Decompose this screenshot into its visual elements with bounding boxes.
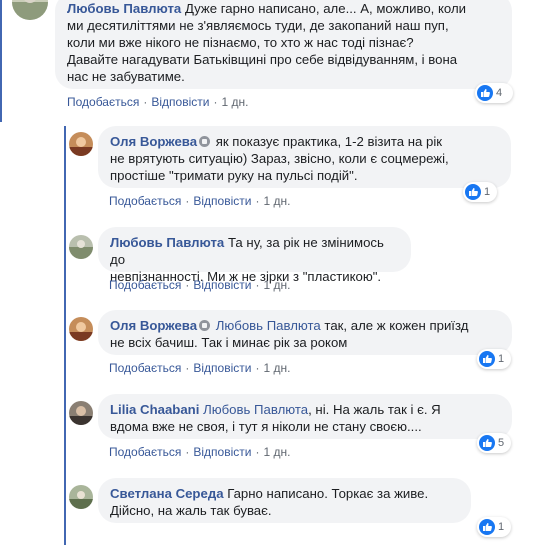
comment-text-line: як показує практика, 1-2 візита на рік xyxy=(215,134,443,149)
reaction-count[interactable]: 1 xyxy=(477,349,511,369)
thumbs-up-icon xyxy=(477,85,493,101)
comment-text-line: ми десятиліттями не з'являємось туди, де… xyxy=(67,18,449,33)
comment-bubble: Оля Воржева Любовь Павлюта так, але ж ко… xyxy=(98,310,512,355)
comment-timestamp[interactable]: 1 дн. xyxy=(263,278,290,292)
comment-author[interactable]: Оля Воржева xyxy=(110,318,197,333)
comment-timestamp[interactable]: 1 дн. xyxy=(221,95,248,109)
comment-text-line: Гарно написано. Торкає за живе. xyxy=(227,486,429,501)
avatar[interactable] xyxy=(69,317,93,341)
avatar[interactable] xyxy=(69,132,93,156)
thumbs-up-icon xyxy=(479,435,495,451)
avatar[interactable] xyxy=(69,485,93,509)
comment-bubble: Lilia Chaabani Любовь Павлюта, ні. На жа… xyxy=(98,394,512,439)
comment-bubble: Светлана Середа Гарно написано. Торкає з… xyxy=(98,478,471,523)
comment-actions: Подобається · Відповісти · 1 дн. xyxy=(67,95,249,109)
comment-text-line: коли ми вже нікого не пізнаємо, то хто ж… xyxy=(67,35,414,50)
comment-text-line: не врятують ситуацію) Зараз, звісно, кол… xyxy=(110,151,449,166)
comment-author[interactable]: Оля Воржева xyxy=(110,134,197,149)
thumbs-up-icon xyxy=(479,519,495,535)
comment-text-line: , ні. На жаль так і є. Я xyxy=(308,402,441,417)
mention-link[interactable]: Любовь Павлюта xyxy=(203,402,308,417)
comment-timestamp[interactable]: 1 дн. xyxy=(263,194,290,208)
comment-actions: Подобається · Відповісти · 1 дн. xyxy=(109,194,291,208)
comment-author[interactable]: Любовь Павлюта xyxy=(110,235,224,250)
comment-bubble: Любовь Павлюта Та ну, за рік не змінимос… xyxy=(98,227,411,284)
reply-link[interactable]: Відповісти xyxy=(151,95,209,109)
thumbs-up-icon xyxy=(465,184,481,200)
avatar[interactable] xyxy=(69,235,93,259)
like-link[interactable]: Подобається xyxy=(109,361,181,375)
reaction-count[interactable]: 4 xyxy=(475,83,513,103)
comment-actions: Подобається · Відповісти · 1 дн. xyxy=(109,445,291,459)
reply-link[interactable]: Відповісти xyxy=(193,445,251,459)
reaction-count[interactable]: 5 xyxy=(477,433,511,453)
comment-author[interactable]: Любовь Павлюта xyxy=(67,1,181,16)
comment-text-line: простіше "тримати руку на пульсі подій". xyxy=(110,168,358,183)
comment-timestamp[interactable]: 1 дн. xyxy=(263,361,290,375)
comment-bubble: Любовь Павлюта Дуже гарно написано, але.… xyxy=(55,0,512,89)
verified-badge-icon xyxy=(199,320,211,331)
avatar[interactable] xyxy=(69,401,93,425)
reply-link[interactable]: Відповісти xyxy=(193,278,251,292)
comment-timestamp[interactable]: 1 дн. xyxy=(263,445,290,459)
reply-link[interactable]: Відповісти xyxy=(193,194,251,208)
like-link[interactable]: Подобається xyxy=(67,95,139,109)
comment-text-line: не всіх бачиш. Так і минає рік за роком xyxy=(110,335,348,350)
thumbs-up-icon xyxy=(479,351,495,367)
comment-actions: Подобається · Відповісти · 1 дн. xyxy=(109,278,291,292)
reaction-count[interactable]: 1 xyxy=(463,182,497,202)
thread-indicator-line xyxy=(0,0,2,122)
avatar[interactable] xyxy=(12,0,48,20)
reaction-count[interactable]: 1 xyxy=(477,517,511,537)
comment-text-line: Дійсно, на жаль так буває. xyxy=(110,503,272,518)
comment-author[interactable]: Светлана Середа xyxy=(110,486,224,501)
comment-text-line: вдома вже не своя, і тут я ніколи не ста… xyxy=(110,419,422,434)
reply-link[interactable]: Відповісти xyxy=(193,361,251,375)
comment-text-line: Давайте нагадувати Батьківщині про себе … xyxy=(67,52,458,67)
like-link[interactable]: Подобається xyxy=(109,194,181,208)
comment-text-line: нас не забуватиме. xyxy=(67,69,185,84)
reply-thread-line xyxy=(64,126,66,545)
mention-link[interactable]: Любовь Павлюта xyxy=(216,318,321,333)
comment-author[interactable]: Lilia Chaabani xyxy=(110,402,199,417)
verified-badge-icon xyxy=(199,136,211,147)
comment-text-line: Дуже гарно написано, але... А, можливо, … xyxy=(184,1,467,16)
like-link[interactable]: Подобається xyxy=(109,278,181,292)
comment-text-line: так, але ж кожен приїзд xyxy=(324,318,469,333)
comment-actions: Подобається · Відповісти · 1 дн. xyxy=(109,361,291,375)
comment-bubble: Оля Воржева як показує практика, 1-2 віз… xyxy=(98,126,511,188)
like-link[interactable]: Подобається xyxy=(109,445,181,459)
